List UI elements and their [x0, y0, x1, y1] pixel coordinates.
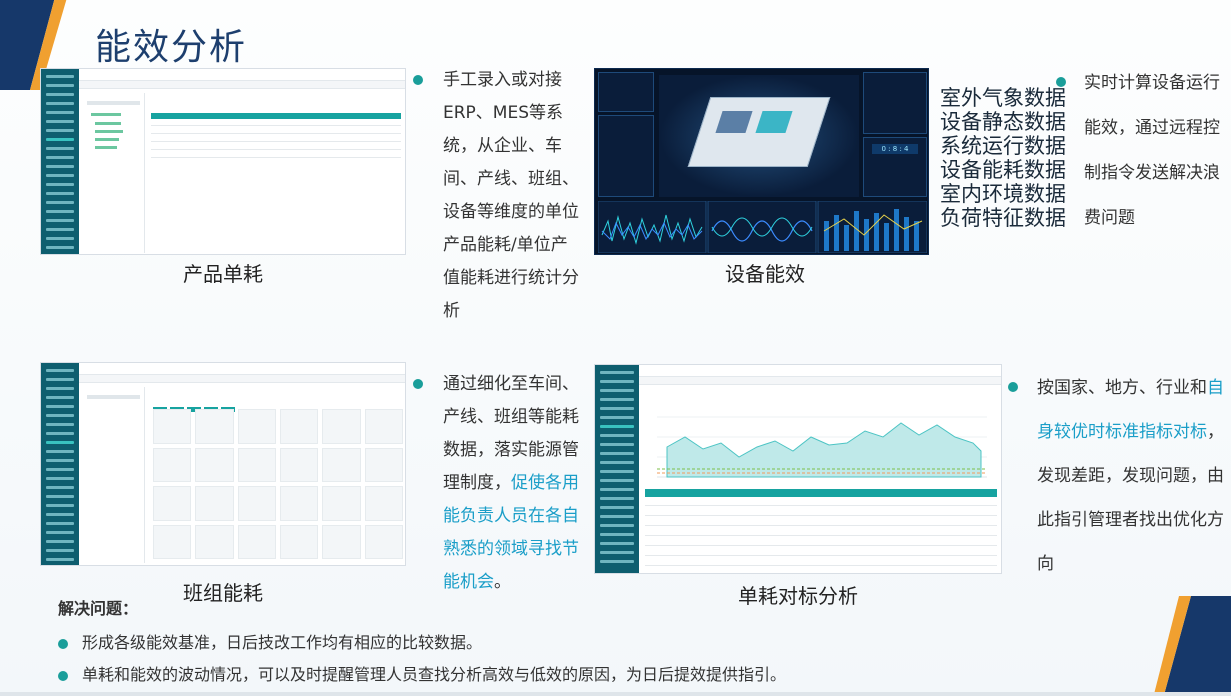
- solve-heading: 解决问题：: [58, 599, 139, 618]
- equipment-efficiency-caption: 设备能效: [725, 262, 805, 286]
- bullet-dot-icon: [1056, 77, 1066, 87]
- equipment-waveform-charts: [598, 201, 927, 253]
- bullet-dot-icon: [413, 75, 423, 85]
- data-item: 系统运行数据: [940, 134, 1066, 158]
- product-consumption-bullet: 手工录入或对接ERP、MES等系统，从企业、车间、产线、班组、设备等维度的单位产…: [413, 64, 583, 328]
- team-consumption-bullet: 通过细化至车间、产线、班组等能耗数据，落实能源管理制度，促使各用能负责人员在各自…: [413, 368, 583, 599]
- footer-line: [0, 692, 1231, 696]
- solve-item: 形成各级能效基准，日后技改工作均有相应的比较数据。: [58, 627, 786, 659]
- bullet-dot-icon: [413, 379, 423, 389]
- bullet-dot-icon: [1008, 382, 1018, 392]
- data-item: 负荷特征数据: [940, 206, 1066, 230]
- data-item: 室内环境数据: [940, 182, 1066, 206]
- equipment-data-list: 室外气象数据 设备静态数据 系统运行数据 设备能耗数据 室内环境数据 负荷特征数…: [940, 86, 1066, 230]
- solve-item: 单耗和能效的波动情况，可以及时提醒管理人员查找分析高效与低效的原因，为日后提效提…: [58, 659, 786, 691]
- product-consumption-caption: 产品单耗: [183, 262, 263, 286]
- equipment-efficiency-screenshot: 0 : 8 : 4: [594, 68, 929, 255]
- data-item: 设备静态数据: [940, 110, 1066, 134]
- benchmark-screenshot: [594, 364, 1002, 574]
- benchmark-caption: 单耗对标分析: [738, 584, 858, 608]
- team-consumption-caption: 班组能耗: [183, 581, 263, 605]
- benchmark-bullet: 按国家、地方、行业和自身较优时标准指标对标，发现差距，发现问题，由此指引管理者找…: [1008, 366, 1226, 586]
- data-item: 室外气象数据: [940, 86, 1066, 110]
- team-consumption-screenshot: [40, 362, 406, 566]
- slide: 能效分析 产品单耗 手工录入或对接ERP、MES等系统，从企业、车间、产线、班组…: [0, 0, 1231, 696]
- equipment-efficiency-bullet: 实时计算设备运行能效，通过远程控制指令发送解决浪费问题: [1056, 61, 1221, 241]
- bullet-dot-icon: [58, 638, 68, 649]
- solve-list: 形成各级能效基准，日后技改工作均有相应的比较数据。 单耗和能效的波动情况，可以及…: [58, 627, 786, 691]
- product-consumption-screenshot: [40, 68, 406, 255]
- data-item: 设备能耗数据: [940, 158, 1066, 182]
- corner-decoration-bottom-right: [1153, 596, 1231, 696]
- bullet-dot-icon: [58, 670, 68, 681]
- benchmark-area-chart: [657, 416, 987, 478]
- page-title: 能效分析: [95, 27, 248, 68]
